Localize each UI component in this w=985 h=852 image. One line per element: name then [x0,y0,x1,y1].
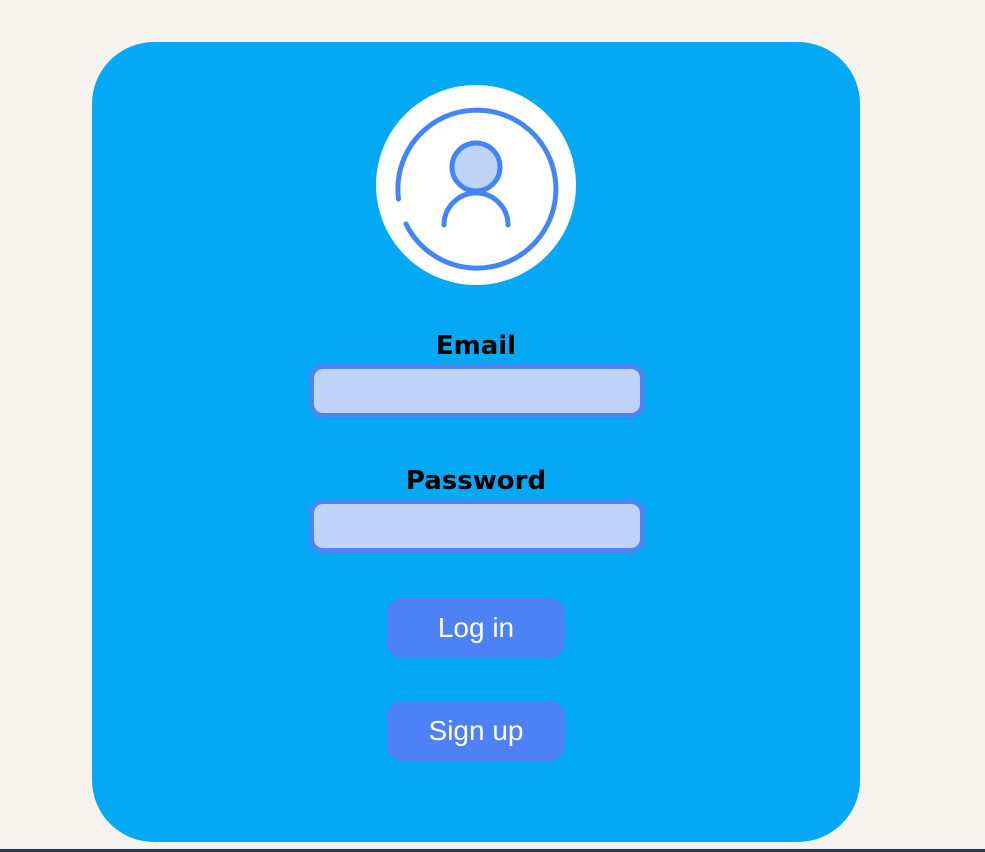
email-field[interactable] [314,369,640,413]
password-label: Password [405,466,547,496]
email-field-frame[interactable] [309,364,645,418]
avatar [376,85,576,285]
email-label: Email [435,331,517,361]
login-card: Email Password Log in Sign up [92,42,860,842]
signup-button[interactable]: Sign up [387,701,565,761]
password-field-frame[interactable] [309,499,645,553]
user-circle-icon [395,107,559,271]
login-button[interactable]: Log in [387,598,565,658]
password-field[interactable] [314,504,640,548]
